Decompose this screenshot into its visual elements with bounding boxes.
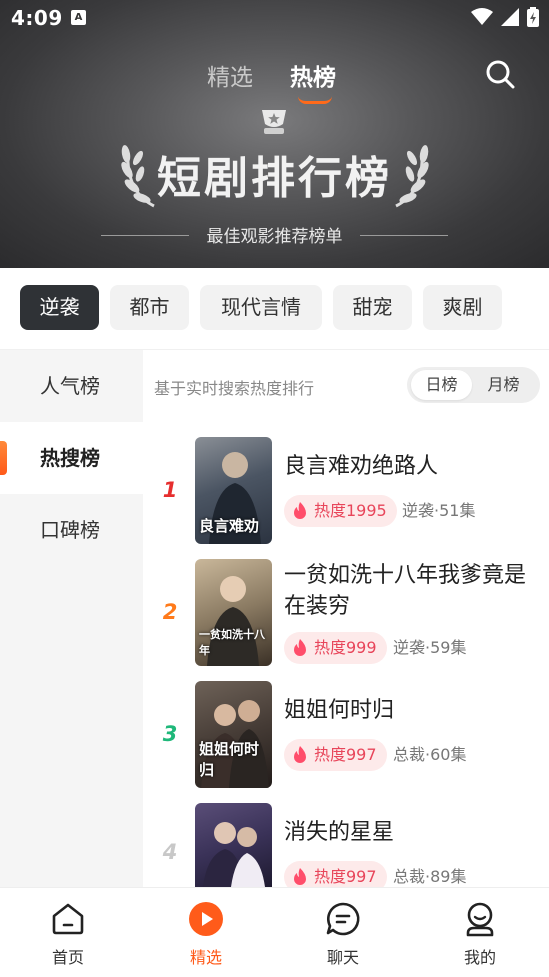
rank-number: 3: [162, 722, 178, 746]
top-tabs: 精选 热榜: [0, 58, 549, 104]
chat-icon: [326, 902, 360, 936]
heat-badge: 热度999: [284, 632, 387, 664]
chip-urban[interactable]: 都市: [110, 285, 189, 330]
drama-poster[interactable]: 一贫如洗十八年: [195, 559, 272, 666]
tab-selected[interactable]: 精选: [207, 58, 253, 92]
nav-profile[interactable]: 我的: [440, 888, 520, 977]
drama-meta: 总裁·60集: [393, 745, 467, 764]
rank-number: 4: [162, 840, 178, 864]
tab-hot-list[interactable]: 热榜: [290, 58, 336, 92]
drama-meta: 逆袭·51集: [402, 501, 476, 520]
flame-icon: [294, 502, 306, 519]
heat-badge: 热度1995: [284, 495, 397, 527]
drama-title[interactable]: 姐姐何时归: [284, 695, 542, 726]
heat-value: 热度997: [314, 867, 377, 886]
battery-icon: [527, 7, 539, 27]
status-icons: [471, 7, 539, 27]
trophy-icon: [262, 110, 286, 134]
banner-subtitle: 最佳观影推荐榜单: [206, 227, 343, 247]
profile-icon: [466, 902, 494, 937]
header-banner: 4:09 A 精选 热榜 短剧排行榜 最佳观影推荐榜单: [0, 0, 549, 268]
side-item-hot-search[interactable]: 热搜榜: [0, 422, 143, 494]
play-icon: [189, 902, 223, 936]
signal-icon: [501, 8, 519, 26]
home-icon: [52, 903, 84, 935]
drama-title[interactable]: 良言难劝绝路人: [284, 451, 542, 482]
nav-featured-label: 精选: [189, 948, 222, 967]
search-icon[interactable]: [484, 58, 516, 90]
side-active-marker: [0, 441, 7, 475]
status-bar: 4:09 A: [0, 0, 549, 36]
chip-modern-romance[interactable]: 现代言情: [200, 285, 322, 330]
nav-chat[interactable]: 聊天: [303, 888, 383, 977]
flame-icon: [294, 746, 306, 763]
status-time: 4:09: [11, 6, 63, 30]
heat-value: 热度997: [314, 745, 377, 764]
drama-poster[interactable]: 姐姐何时归: [195, 681, 272, 788]
drama-title[interactable]: 一贫如洗十八年我爹竟是在装穷: [284, 560, 542, 622]
drama-title[interactable]: 消失的星星: [284, 817, 542, 848]
side-item-reputation[interactable]: 口碑榜: [0, 494, 143, 566]
banner-title: 短剧排行榜: [157, 153, 392, 204]
nav-featured[interactable]: 精选: [166, 888, 246, 977]
toggle-daily[interactable]: 日榜: [411, 370, 472, 400]
flame-icon: [294, 868, 306, 885]
heat-value: 热度1995: [314, 501, 387, 520]
wifi-icon: [471, 8, 493, 25]
nav-profile-label: 我的: [463, 948, 496, 967]
drama-meta: 逆袭·59集: [393, 638, 467, 657]
category-chips: 逆袭 都市 现代言情 甜宠 爽剧: [0, 268, 549, 350]
side-item-popularity[interactable]: 人气榜: [0, 350, 143, 422]
poster-title: 良言难劝: [199, 517, 260, 535]
poster-title: 一贫如洗十八年: [199, 628, 265, 657]
subtitle-divider-right: [360, 235, 448, 236]
chip-thrill[interactable]: 爽剧: [423, 285, 502, 330]
ranking-side-menu: 人气榜 热搜榜 口碑榜: [0, 350, 143, 887]
drama-poster[interactable]: [195, 803, 272, 887]
notification-icon: A: [71, 10, 86, 25]
nav-home[interactable]: 首页: [28, 888, 108, 977]
bottom-nav: 首页 精选 聊天 我的: [0, 887, 549, 977]
flame-icon: [294, 639, 306, 656]
nav-chat-label: 聊天: [326, 948, 359, 967]
rank-number: 1: [162, 478, 178, 502]
drama-poster[interactable]: 良言难劝: [195, 437, 272, 544]
toggle-monthly[interactable]: 月榜: [473, 370, 534, 400]
list-description: 基于实时搜索热度排行: [154, 379, 315, 398]
poster-title: 姐姐何时归: [199, 740, 260, 779]
chip-comeback[interactable]: 逆袭: [20, 285, 99, 330]
heat-value: 热度999: [314, 638, 377, 657]
rank-number: 2: [162, 600, 178, 624]
nav-home-label: 首页: [51, 948, 84, 967]
heat-badge: 热度997: [284, 739, 387, 771]
chip-sweet[interactable]: 甜宠: [333, 285, 412, 330]
poster-figure-icon: [203, 822, 265, 887]
period-toggle: 日榜 月榜: [407, 367, 540, 403]
active-tab-underline: [298, 96, 332, 104]
